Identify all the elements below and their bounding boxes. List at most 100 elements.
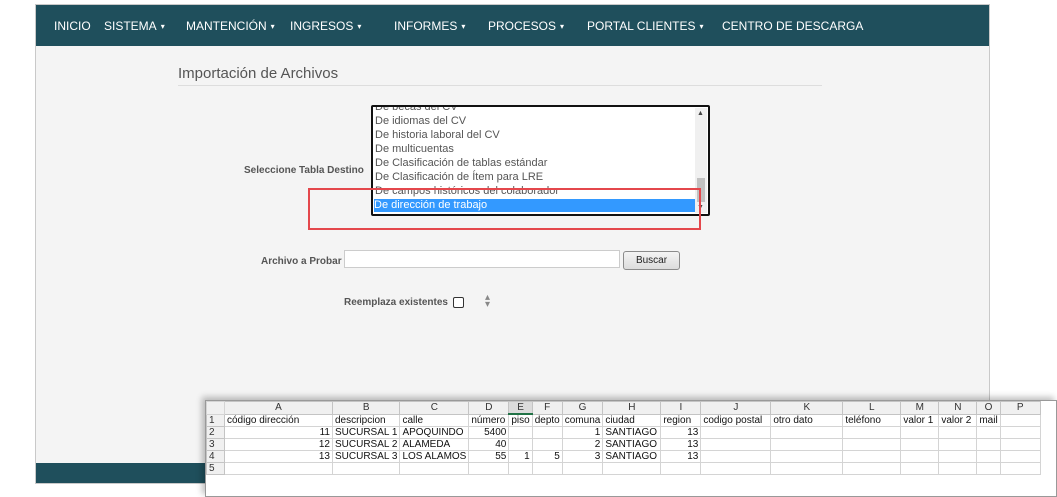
column-header[interactable]: B (331, 401, 401, 415)
table-cell[interactable]: SANTIAGO (602, 450, 662, 463)
table-cell[interactable] (602, 462, 662, 475)
table-cell[interactable]: 5400 (468, 426, 510, 439)
table-cell[interactable] (999, 438, 1041, 451)
table-cell[interactable] (999, 450, 1041, 463)
table-cell[interactable]: SUCURSAL 1 (331, 426, 401, 439)
table-cell[interactable]: 1 (561, 426, 604, 439)
table-cell[interactable] (700, 462, 772, 475)
table-cell[interactable]: calle (399, 413, 470, 427)
table-cell[interactable] (468, 462, 510, 475)
listbox-option[interactable]: De Clasificación de tablas estándar (375, 157, 547, 170)
column-header[interactable]: I (660, 401, 702, 415)
table-cell[interactable] (842, 462, 902, 475)
table-cell[interactable]: 11 (224, 426, 333, 439)
table-cell[interactable] (938, 426, 978, 439)
table-cell[interactable] (938, 438, 978, 451)
listbox-option[interactable]: De multicuentas (375, 143, 454, 156)
table-cell[interactable]: 40 (468, 438, 510, 451)
table-cell[interactable] (976, 438, 1001, 451)
table-cell[interactable] (976, 450, 1001, 463)
table-cell[interactable]: piso (508, 413, 533, 427)
table-cell[interactable] (938, 462, 978, 475)
table-cell[interactable] (700, 438, 772, 451)
nav-item-portal-clientes[interactable]: PORTAL CLIENTES ▾ (587, 19, 704, 33)
table-cell[interactable] (976, 426, 1001, 439)
table-cell[interactable]: 13 (660, 450, 702, 463)
row-header[interactable]: 1 (206, 413, 225, 427)
table-cell[interactable] (770, 462, 844, 475)
table-cell[interactable] (770, 426, 844, 439)
table-cell[interactable] (224, 462, 333, 475)
table-cell[interactable]: valor 2 (938, 413, 978, 427)
table-cell[interactable]: código dirección (224, 413, 333, 427)
table-cell[interactable]: 3 (561, 450, 604, 463)
table-cell[interactable] (999, 426, 1041, 439)
table-cell[interactable]: número (468, 413, 510, 427)
table-cell[interactable] (770, 450, 844, 463)
table-cell[interactable] (331, 462, 401, 475)
table-cell[interactable] (999, 413, 1041, 427)
table-cell[interactable] (900, 426, 940, 439)
table-cell[interactable]: SANTIAGO (602, 438, 662, 451)
table-cell[interactable]: teléfono (842, 413, 902, 427)
column-header[interactable]: F (531, 401, 563, 415)
table-cell[interactable] (842, 426, 902, 439)
table-cell[interactable]: comuna (561, 413, 604, 427)
table-cell[interactable]: 5 (531, 450, 563, 463)
row-header[interactable]: 3 (206, 438, 225, 451)
table-cell[interactable] (900, 450, 940, 463)
table-cell[interactable]: SUCURSAL 3 (331, 450, 401, 463)
nav-item-centro-de-descarga[interactable]: CENTRO DE DESCARGA (722, 19, 863, 33)
table-cell[interactable] (508, 426, 533, 439)
column-header[interactable]: G (561, 401, 604, 415)
table-cell[interactable]: otro dato (770, 413, 844, 427)
listbox-option[interactable]: De Clasificación de Ítem para LRE (375, 171, 543, 184)
table-cell[interactable]: ALAMEDA (399, 438, 470, 451)
browse-button[interactable]: Buscar (623, 251, 680, 270)
table-cell[interactable]: depto (531, 413, 563, 427)
column-header[interactable]: C (399, 401, 470, 415)
column-header[interactable]: O (976, 401, 1001, 415)
table-cell[interactable]: 1 (508, 450, 533, 463)
column-header[interactable]: P (999, 401, 1041, 415)
table-cell[interactable]: mail (976, 413, 1001, 427)
table-cell[interactable]: 2 (561, 438, 604, 451)
table-cell[interactable] (842, 450, 902, 463)
replace-existing-checkbox[interactable] (453, 297, 464, 308)
nav-item-sistema[interactable]: SISTEMA ▾ (104, 19, 165, 33)
nav-item-procesos[interactable]: PROCESOS ▾ (488, 19, 564, 33)
column-header[interactable]: D (468, 401, 510, 415)
table-cell[interactable] (938, 450, 978, 463)
nav-item-mantención[interactable]: MANTENCIÓN ▾ (186, 19, 275, 33)
column-header[interactable]: A (224, 401, 333, 415)
table-cell[interactable] (561, 462, 604, 475)
table-cell[interactable]: 55 (468, 450, 510, 463)
table-cell[interactable] (976, 462, 1001, 475)
table-cell[interactable] (531, 438, 563, 451)
table-cell[interactable]: valor 1 (900, 413, 940, 427)
listbox-option[interactable]: De historia laboral del CV (375, 129, 500, 142)
table-cell[interactable] (900, 462, 940, 475)
table-cell[interactable]: SANTIAGO (602, 426, 662, 439)
table-cell[interactable]: 13 (224, 450, 333, 463)
row-header[interactable]: 4 (206, 450, 225, 463)
table-cell[interactable]: descripcion (331, 413, 401, 427)
nav-item-inicio[interactable]: INICIO (54, 19, 91, 33)
select-all-corner[interactable] (206, 401, 225, 415)
table-cell[interactable] (531, 462, 563, 475)
scroll-up-arrow-icon[interactable]: ▲ (697, 110, 704, 117)
table-cell[interactable]: 13 (660, 426, 702, 439)
listbox-option[interactable]: De idiomas del CV (375, 115, 466, 128)
column-header[interactable]: H (602, 401, 662, 415)
table-cell[interactable]: APOQUINDO (399, 426, 470, 439)
column-header[interactable]: E (508, 401, 533, 415)
column-header[interactable]: L (842, 401, 902, 415)
table-cell[interactable] (770, 438, 844, 451)
listbox-option[interactable]: De becas del CV (375, 107, 458, 114)
table-cell[interactable] (508, 438, 533, 451)
row-header[interactable]: 2 (206, 426, 225, 439)
table-cell[interactable] (700, 426, 772, 439)
row-header[interactable]: 5 (206, 462, 225, 475)
table-cell[interactable]: region (660, 413, 702, 427)
file-path-input[interactable] (344, 250, 620, 268)
